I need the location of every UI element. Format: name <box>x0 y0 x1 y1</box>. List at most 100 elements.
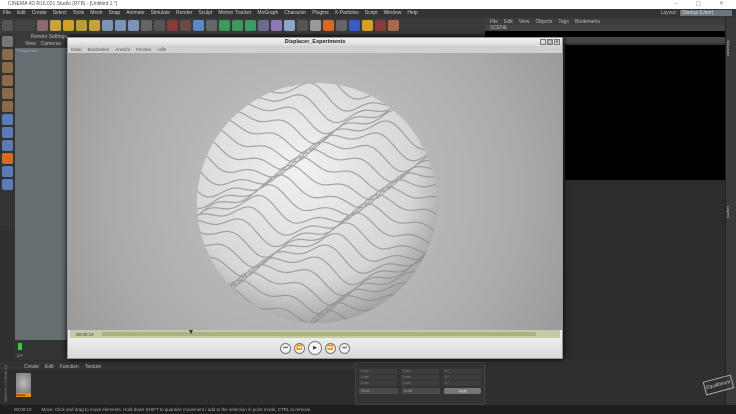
live-select-icon[interactable] <box>37 20 48 31</box>
position-x-field[interactable]: 0 cm <box>359 369 397 374</box>
menu-select[interactable]: Select <box>53 9 67 18</box>
array-icon[interactable] <box>232 20 243 31</box>
pv-menu-help[interactable]: Hilfe <box>157 46 166 53</box>
current-frame-marker[interactable] <box>18 343 22 350</box>
scale-icon[interactable] <box>63 20 74 31</box>
window-controls[interactable]: – ▢ ✕ <box>675 0 732 9</box>
redo-icon[interactable] <box>15 20 35 31</box>
menu-plugins[interactable]: Plugins <box>312 9 328 18</box>
layout-selector[interactable]: Layout: Startup (User) <box>661 10 732 16</box>
size-y-field[interactable]: 0 cm <box>401 375 439 380</box>
y-axis-icon[interactable] <box>115 20 126 31</box>
playhead[interactable] <box>189 330 194 334</box>
camera-icon[interactable] <box>271 20 282 31</box>
scale-mode-dropdown[interactable]: Scale <box>401 388 441 394</box>
render-picture-viewer-icon[interactable] <box>167 20 178 31</box>
menu-help[interactable]: Help <box>407 9 417 18</box>
move-icon[interactable] <box>50 20 61 31</box>
material-label[interactable]: Shader <box>16 393 31 397</box>
picture-viewer-title-bar[interactable]: Displacer_Experiments _ ▢ ✕ <box>68 38 562 46</box>
rotation-b-field[interactable]: 0 ° <box>443 381 481 386</box>
viewport[interactable] <box>15 34 70 344</box>
z-axis-icon[interactable] <box>128 20 139 31</box>
menu-snap[interactable]: Snap <box>109 9 121 18</box>
menu-create[interactable]: Create <box>32 9 47 18</box>
rotate-icon[interactable] <box>76 20 87 31</box>
mm-menu-edit[interactable]: Edit <box>45 364 54 370</box>
apply-button[interactable]: Apply <box>444 388 482 394</box>
viewport-menu-cameras[interactable]: Cameras <box>41 41 61 48</box>
om-menu-file[interactable]: File <box>490 19 498 25</box>
position-z-field[interactable]: 0 cm <box>359 381 397 386</box>
viewport-menu-view[interactable]: View <box>25 41 36 48</box>
position-y-field[interactable]: 0 cm <box>359 375 397 380</box>
size-z-field[interactable]: 0 cm <box>401 381 439 386</box>
om-menu-edit[interactable]: Edit <box>504 19 513 25</box>
maximize-icon[interactable]: ▢ <box>547 39 553 45</box>
timeline-track[interactable] <box>102 332 536 336</box>
menu-mograph[interactable]: MoGraph <box>257 9 278 18</box>
tab-layers[interactable]: Layers <box>726 206 731 218</box>
menu-motion-tracker[interactable]: Motion Tracker <box>218 9 251 18</box>
plugin-icon[interactable] <box>349 20 360 31</box>
points-mode-icon[interactable] <box>2 75 13 86</box>
plugin-icon[interactable] <box>375 20 386 31</box>
pv-menu-file[interactable]: Datei <box>71 46 82 53</box>
menu-window[interactable]: Window <box>384 9 402 18</box>
menu-tools[interactable]: Tools <box>73 9 85 18</box>
plugin-icon[interactable] <box>388 20 399 31</box>
subdivision-icon[interactable] <box>219 20 230 31</box>
om-menu-objects[interactable]: Objects <box>535 19 552 25</box>
render-settings-tab[interactable]: Render Settings <box>15 34 70 41</box>
tweak-icon[interactable] <box>2 127 13 138</box>
menu-character[interactable]: Character <box>284 9 306 18</box>
grid-icon[interactable] <box>2 179 13 190</box>
snap-icon[interactable] <box>2 140 13 151</box>
axis-icon[interactable] <box>2 114 13 125</box>
pv-menu-edit[interactable]: Bearbeiten <box>88 46 110 53</box>
transform-icon[interactable] <box>89 20 100 31</box>
minimize-icon[interactable]: _ <box>540 39 546 45</box>
floor-icon[interactable] <box>258 20 269 31</box>
frame-field[interactable]: 0 F <box>15 353 70 358</box>
mm-menu-texture[interactable]: Texture <box>85 364 101 370</box>
deformer-icon[interactable] <box>245 20 256 31</box>
sky-icon[interactable] <box>284 20 295 31</box>
menu-sculpt[interactable]: Sculpt <box>198 9 212 18</box>
workplane-icon[interactable] <box>2 153 13 164</box>
mm-menu-create[interactable]: Create <box>24 364 39 370</box>
picture-viewer-timeline[interactable]: 00:00:10 <box>70 330 560 338</box>
play-button[interactable]: ▶ <box>308 341 322 355</box>
texture-mode-icon[interactable] <box>2 62 13 73</box>
object-mode-icon[interactable] <box>2 49 13 60</box>
render-settings-icon[interactable] <box>180 20 191 31</box>
rotation-h-field[interactable]: 0 ° <box>443 369 481 374</box>
scene-camera-icon[interactable] <box>297 20 308 31</box>
menu-file[interactable]: File <box>3 9 11 18</box>
rewind-button[interactable]: ⏪ <box>294 342 305 354</box>
menu-x-particles[interactable]: X-Particles <box>335 9 359 18</box>
undo-icon[interactable] <box>2 20 13 31</box>
rotation-p-field[interactable]: 0 ° <box>443 375 481 380</box>
skip-to-end-button[interactable]: ⏭ <box>339 342 350 354</box>
x-axis-icon[interactable] <box>102 20 113 31</box>
menu-script[interactable]: Script <box>365 9 378 18</box>
render-view-icon[interactable] <box>154 20 165 31</box>
menu-animate[interactable]: Animate <box>126 9 144 18</box>
om-menu-bookmarks[interactable]: Bookmarks <box>575 19 600 25</box>
coordinate-mode-dropdown[interactable]: World <box>359 388 398 394</box>
coordinate-system-icon[interactable] <box>141 20 152 31</box>
pen-icon[interactable] <box>206 20 217 31</box>
menu-mesh[interactable]: Mesh <box>90 9 102 18</box>
size-x-field[interactable]: 0 cm <box>401 369 439 374</box>
polygons-mode-icon[interactable] <box>2 101 13 112</box>
xparticles-icon[interactable] <box>323 20 334 31</box>
timeline-panel[interactable]: 0 F <box>15 340 70 360</box>
om-menu-tags[interactable]: Tags <box>558 19 569 25</box>
om-menu-view[interactable]: View <box>519 19 530 25</box>
skip-to-start-button[interactable]: ⏮ <box>280 342 291 354</box>
edges-mode-icon[interactable] <box>2 88 13 99</box>
light-icon[interactable] <box>310 20 321 31</box>
tab-structure[interactable]: Structure <box>726 40 731 56</box>
mm-menu-function[interactable]: Function <box>60 364 79 370</box>
